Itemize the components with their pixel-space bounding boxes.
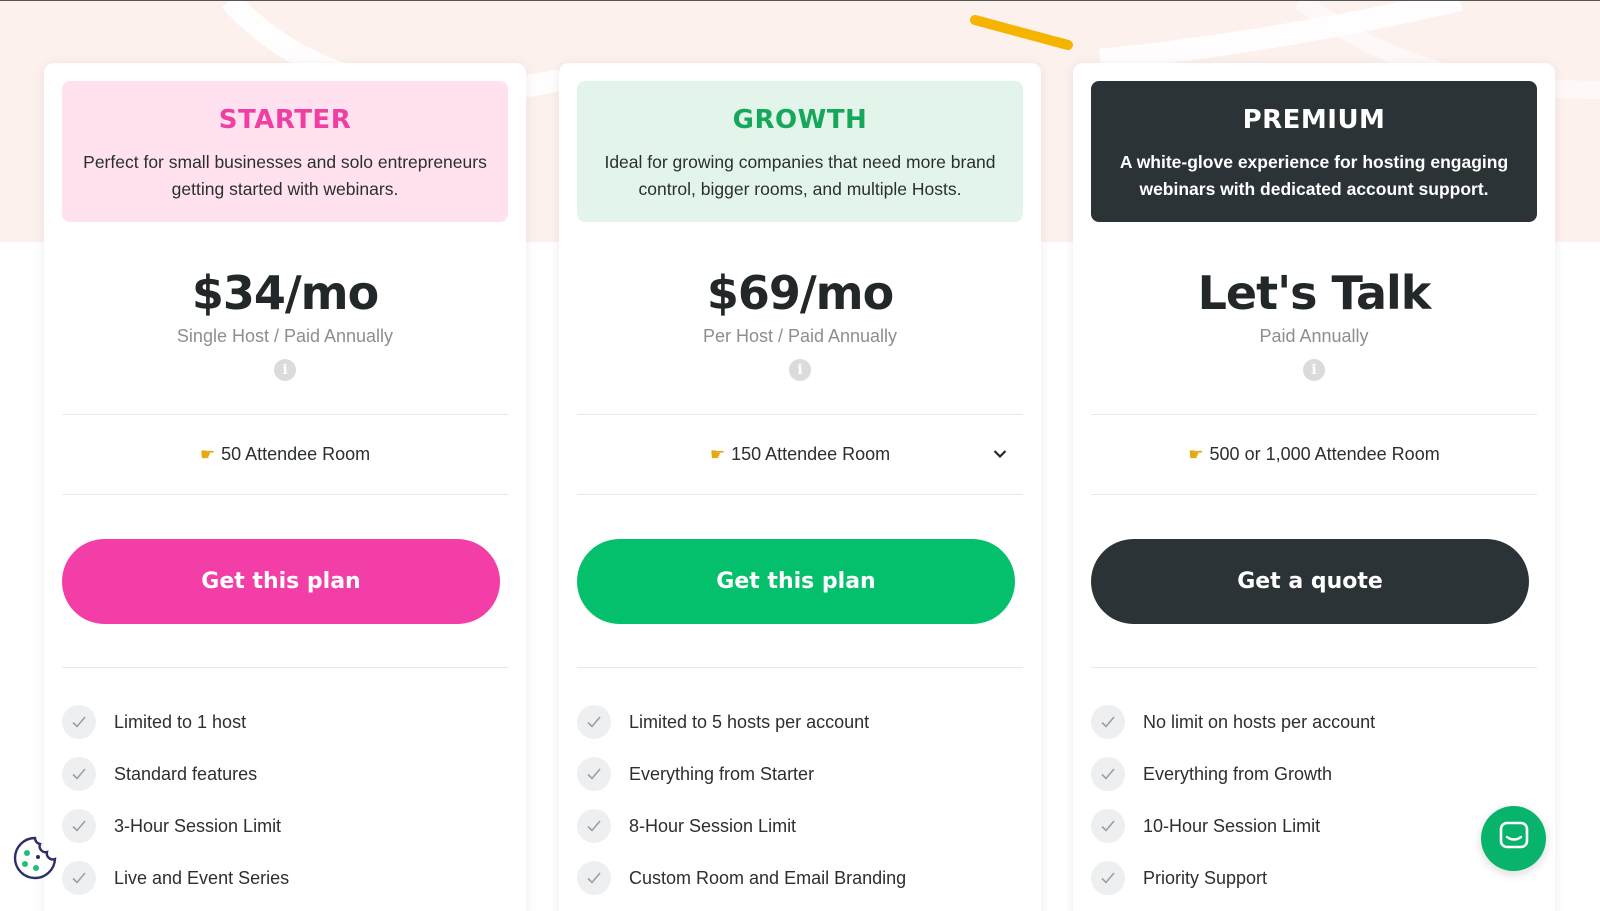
plan-card-starter: STARTER Perfect for small businesses and… [44, 63, 526, 911]
attendee-room-label: 500 or 1,000 Attendee Room [1209, 444, 1440, 464]
check-icon [62, 861, 96, 895]
info-icon[interactable]: i [1303, 359, 1325, 381]
plan-name: PREMIUM [1242, 105, 1386, 135]
feature-label: Priority Support [1143, 867, 1268, 888]
check-icon [1091, 705, 1125, 739]
plan-description: A white-glove experience for hosting eng… [1119, 152, 1509, 199]
check-icon [577, 705, 611, 739]
plan-price: $69/mo [706, 266, 894, 320]
chevron-down-icon[interactable] [991, 436, 1009, 472]
plan-card-premium: PREMIUM A white-glove experience for hos… [1073, 63, 1555, 911]
feature-item: Custom Room and Email Branding [577, 852, 1023, 904]
feature-item: Limited to 1 host [62, 696, 508, 748]
check-icon [62, 705, 96, 739]
plan-card-growth: GROWTH Ideal for growing companies that … [559, 63, 1041, 911]
pointing-hand-icon: ☛ [709, 445, 726, 464]
check-icon [1091, 757, 1125, 791]
cookie-icon[interactable] [12, 835, 58, 881]
feature-list: No limit on hosts per account Everything… [1091, 696, 1537, 904]
feature-item: 8-Hour Session Limit [577, 800, 1023, 852]
attendee-room-label: 150 Attendee Room [731, 444, 891, 464]
plan-header: PREMIUM A white-glove experience for hos… [1091, 81, 1537, 222]
plan-description: Perfect for small businesses and solo en… [83, 152, 487, 199]
plan-billing: Per Host / Paid Annually [702, 326, 898, 346]
attendee-room-label: 50 Attendee Room [221, 444, 371, 464]
divider [62, 667, 508, 668]
get-plan-button[interactable]: Get this plan [62, 539, 500, 624]
get-quote-button[interactable]: Get a quote [1091, 539, 1529, 624]
check-icon [577, 757, 611, 791]
divider [1091, 667, 1537, 668]
divider [577, 414, 1023, 415]
feature-label: 10-Hour Session Limit [1143, 815, 1321, 836]
feature-label: Limited to 5 hosts per account [629, 711, 870, 732]
plan-name: GROWTH [732, 105, 868, 135]
check-icon [1091, 809, 1125, 843]
pointing-hand-icon: ☛ [1188, 445, 1204, 464]
feature-item: Limited to 5 hosts per account [577, 696, 1023, 748]
divider [1091, 494, 1537, 495]
feature-list: Limited to 1 host Standard features 3-Ho… [62, 696, 508, 904]
attendee-room: ☛ 50 Attendee Room [62, 436, 508, 472]
check-icon [577, 809, 611, 843]
info-icon[interactable]: i [274, 359, 296, 381]
feature-item: Standard features [62, 748, 508, 800]
feature-item: 3-Hour Session Limit [62, 800, 508, 852]
plan-description: Ideal for growing companies that need mo… [604, 152, 996, 199]
feature-item: Everything from Growth [1091, 748, 1537, 800]
feature-item: Live and Event Series [62, 852, 508, 904]
feature-label: Limited to 1 host [114, 711, 247, 732]
plan-price: Let's Talk [1197, 266, 1432, 320]
divider [1091, 414, 1537, 415]
chat-icon [1498, 820, 1530, 857]
top-border [0, 0, 1600, 1]
feature-list: Limited to 5 hosts per account Everythin… [577, 696, 1023, 904]
feature-label: Everything from Starter [629, 763, 815, 784]
check-icon [62, 809, 96, 843]
chat-launcher-button[interactable] [1481, 806, 1546, 871]
feature-item: No limit on hosts per account [1091, 696, 1537, 748]
feature-label: Live and Event Series [114, 867, 290, 888]
divider [62, 494, 508, 495]
feature-label: 8-Hour Session Limit [629, 815, 797, 836]
pointing-hand-icon: ☛ [199, 445, 216, 464]
feature-label: Everything from Growth [1143, 763, 1333, 784]
check-icon [577, 861, 611, 895]
attendee-room: ☛ 500 or 1,000 Attendee Room [1091, 436, 1537, 472]
attendee-room-select[interactable]: ☛ 150 Attendee Room [577, 436, 1023, 472]
feature-item: Everything from Starter [577, 748, 1023, 800]
plan-billing: Paid Annually [1259, 326, 1369, 346]
divider [62, 414, 508, 415]
feature-label: 3-Hour Session Limit [114, 815, 282, 836]
plan-header: STARTER Perfect for small businesses and… [62, 81, 508, 222]
feature-item: 10-Hour Session Limit [1091, 800, 1537, 852]
plan-price: $34/mo [191, 266, 379, 320]
check-icon [1091, 861, 1125, 895]
divider [577, 494, 1023, 495]
feature-label: Custom Room and Email Branding [629, 867, 907, 888]
feature-item: Priority Support [1091, 852, 1537, 904]
plan-header: GROWTH Ideal for growing companies that … [577, 81, 1023, 222]
plan-name: STARTER [218, 105, 352, 135]
divider [577, 667, 1023, 668]
get-plan-button[interactable]: Get this plan [577, 539, 1015, 624]
check-icon [62, 757, 96, 791]
info-icon[interactable]: i [789, 359, 811, 381]
feature-label: No limit on hosts per account [1143, 711, 1376, 732]
plan-billing: Single Host / Paid Annually [176, 326, 394, 346]
feature-label: Standard features [114, 763, 258, 784]
